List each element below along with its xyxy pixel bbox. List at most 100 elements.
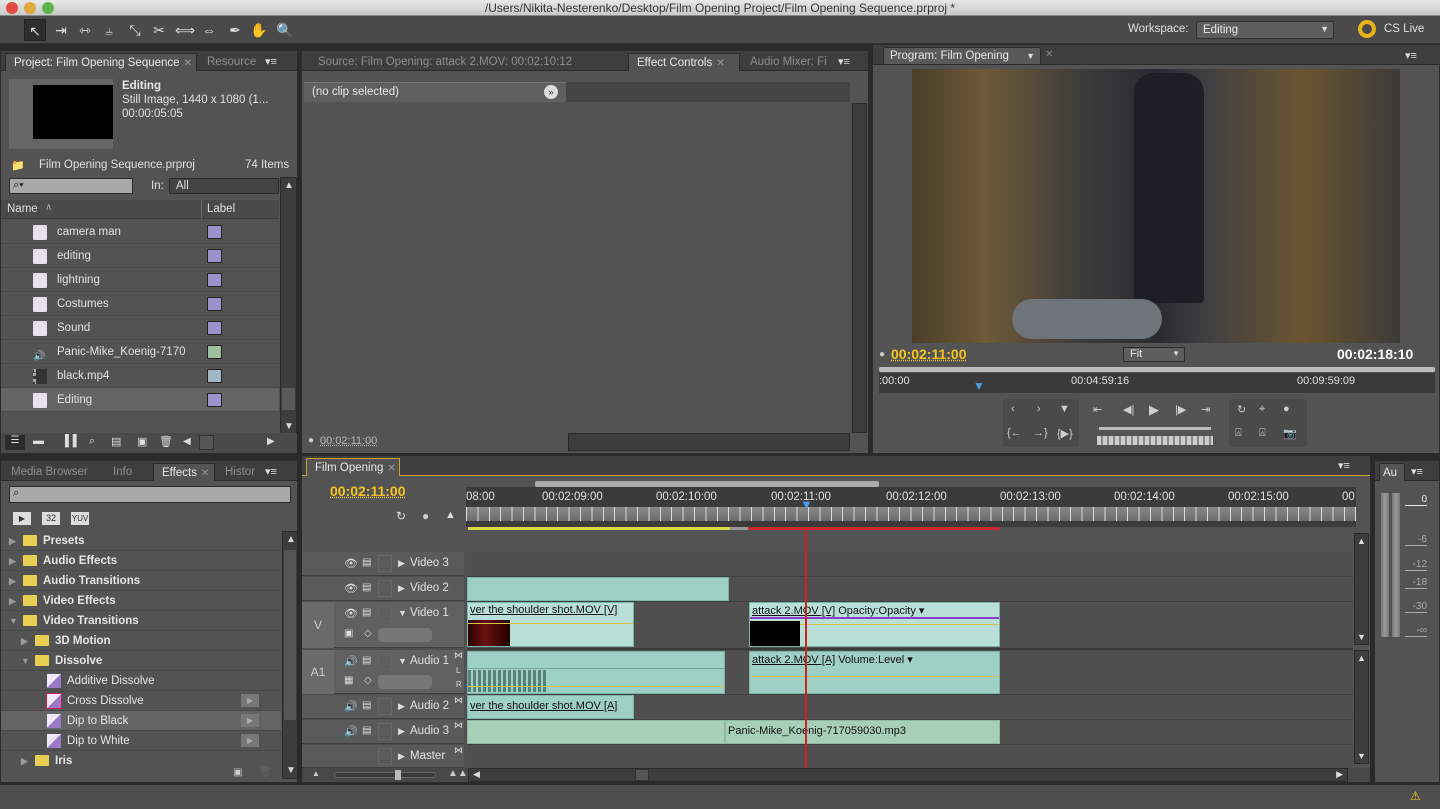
- snap-icon[interactable]: ↻: [396, 509, 406, 523]
- toggle-track-output-icon[interactable]: 👁: [344, 607, 358, 620]
- toggle-track-lock[interactable]: [378, 555, 392, 572]
- toggle-track-output-icon[interactable]: 🔊: [344, 700, 358, 713]
- expand-icon[interactable]: ▶: [9, 551, 16, 571]
- play-in-to-out-icon[interactable]: {▶}: [1057, 427, 1073, 440]
- go-to-previous-edit-icon[interactable]: ⇤: [1093, 403, 1102, 416]
- panel-menu-icon[interactable]: ▾≡: [265, 465, 277, 478]
- toggle-track-lock[interactable]: [378, 698, 392, 715]
- shuttle-slider[interactable]: [1099, 427, 1211, 430]
- new-custom-bin-icon[interactable]: ▣: [233, 767, 242, 778]
- toggle-track-lock[interactable]: [378, 653, 392, 670]
- new-item-icon[interactable]: ▣: [137, 435, 147, 448]
- effect-item[interactable]: ▶ Cross Dissolve: [1, 691, 281, 711]
- project-item[interactable]: 🔊 Panic-Mike_Koenig-7170: [1, 340, 279, 364]
- collapse-icon[interactable]: ▼: [9, 611, 18, 631]
- clip-over-shoulder-audio-1[interactable]: [467, 651, 725, 694]
- column-name[interactable]: Name: [7, 203, 38, 215]
- project-item[interactable]: Costumes: [1, 292, 279, 316]
- horizontal-scroll-thumb[interactable]: [199, 435, 214, 450]
- zoom-in-icon[interactable]: ▲▲: [448, 768, 468, 779]
- track-resize-icon[interactable]: ⋈: [454, 650, 463, 661]
- effect-controls-scrollbar[interactable]: [852, 103, 867, 433]
- audio-tracks-scrollbar[interactable]: ▲ ▼: [1354, 650, 1369, 764]
- rolling-edit-tool-icon[interactable]: ⫨: [98, 19, 120, 41]
- source-track-target-v[interactable]: V: [302, 602, 334, 648]
- panel-menu-icon[interactable]: ▾≡: [1405, 49, 1417, 62]
- timeline-hscroll[interactable]: ◀ ▶: [468, 768, 1348, 782]
- tab-media-browser[interactable]: Media Browser: [3, 463, 103, 481]
- collapse-track-icon[interactable]: ▼: [398, 656, 407, 666]
- effect-item[interactable]: Additive Dissolve: [1, 671, 281, 691]
- pen-tool-icon[interactable]: ✒: [224, 19, 246, 41]
- expand-track-icon[interactable]: ▶: [398, 583, 405, 594]
- project-item[interactable]: black.mp4: [1, 364, 279, 388]
- razor-tool-icon[interactable]: ✂: [148, 19, 170, 41]
- panel-menu-icon[interactable]: ▾≡: [1411, 465, 1423, 478]
- lift-icon[interactable]: ⍓: [1235, 427, 1242, 440]
- project-search-input[interactable]: ⌕▾: [9, 178, 133, 194]
- set-marker-icon[interactable]: ▼: [1059, 403, 1070, 415]
- panel-menu-icon[interactable]: ▾≡: [1338, 459, 1350, 472]
- timeline-current-timecode[interactable]: 00:02:11:00: [330, 483, 406, 499]
- program-viewing-area-bar[interactable]: [879, 367, 1435, 372]
- effects-scrollbar[interactable]: ▲ ▼: [282, 531, 298, 779]
- effects-search-input[interactable]: ⌕: [9, 486, 291, 503]
- go-to-in-icon[interactable]: {←: [1007, 427, 1022, 439]
- collapse-icon[interactable]: ▼: [21, 651, 30, 671]
- zoom-slider-handle[interactable]: [395, 770, 401, 780]
- jog-dial[interactable]: [1097, 436, 1213, 445]
- effect-folder[interactable]: ▼ Dissolve: [1, 651, 281, 671]
- effect-folder[interactable]: ▶ Audio Transitions: [1, 571, 281, 591]
- clip-panic-mike-koenig[interactable]: Panic-Mike_Koenig-717059030.mp3: [725, 720, 1000, 744]
- source-track-target-a1[interactable]: A1: [302, 650, 334, 694]
- list-view-icon[interactable]: ☰: [5, 435, 25, 450]
- toggle-track-output-icon[interactable]: 🔊: [344, 725, 358, 738]
- program-time-ruler[interactable]: :00:00 00:04:59:16 00:09:59:09 ▼: [879, 373, 1435, 393]
- effect-controls-timecode[interactable]: 00:02:11:00: [320, 435, 377, 447]
- expand-track-icon[interactable]: ▶: [398, 726, 405, 737]
- expand-track-icon[interactable]: ▶: [398, 751, 405, 762]
- track-resize-icon[interactable]: ⋈: [454, 720, 463, 731]
- effect-item[interactable]: ▶ Dip to White: [1, 731, 281, 751]
- project-item[interactable]: Editing: [1, 388, 279, 412]
- playhead-icon[interactable]: ▼: [800, 497, 813, 512]
- expand-icon[interactable]: ▶: [21, 631, 28, 651]
- close-icon[interactable]: ✕: [1045, 49, 1053, 60]
- tab-film-opening-sequence[interactable]: Film Opening ✕: [306, 458, 400, 476]
- tab-info[interactable]: Info: [105, 463, 151, 481]
- tab-audio-mixer[interactable]: Audio Mixer: Fi: [742, 53, 836, 71]
- effect-folder[interactable]: ▶ Iris: [1, 751, 281, 767]
- project-item[interactable]: Sound: [1, 316, 279, 340]
- go-to-out-icon[interactable]: →}: [1033, 427, 1048, 439]
- collapse-track-icon[interactable]: ▼: [398, 608, 407, 618]
- effect-controls-hscroll[interactable]: [568, 433, 850, 451]
- clip-over-shoulder-audio-2[interactable]: ver the shoulder shot.MOV [A]: [467, 695, 634, 719]
- tab-resource[interactable]: Resource: [199, 53, 259, 71]
- effect-folder[interactable]: ▶ Presets: [1, 531, 281, 551]
- hand-tool-icon[interactable]: ✋: [248, 19, 270, 41]
- clip-over-shoulder-video[interactable]: ver the shoulder shot.MOV [V]: [467, 602, 634, 647]
- cs-live-icon[interactable]: [1358, 20, 1376, 38]
- in-filter-dropdown[interactable]: All: [169, 178, 279, 194]
- column-label[interactable]: Label: [207, 203, 235, 215]
- step-back-icon[interactable]: ◀|: [1123, 403, 1134, 416]
- rate-stretch-tool-icon[interactable]: ⤡: [124, 19, 146, 41]
- close-window-button[interactable]: [6, 2, 18, 14]
- project-item[interactable]: camera man: [1, 220, 279, 244]
- yuv-filter-icon[interactable]: YUV: [71, 512, 89, 525]
- ripple-edit-tool-icon[interactable]: ⇿: [74, 19, 96, 41]
- expand-icon[interactable]: ▶: [21, 751, 28, 767]
- expand-track-icon[interactable]: ▶: [398, 558, 405, 569]
- extract-icon[interactable]: ⍓: [1259, 427, 1266, 440]
- project-item[interactable]: editing: [1, 244, 279, 268]
- effect-folder[interactable]: ▼ Video Transitions: [1, 611, 281, 631]
- keyframe-nav[interactable]: [378, 628, 432, 642]
- toggle-sync-lock-icon[interactable]: ▤: [362, 655, 371, 666]
- tab-history[interactable]: Histor: [217, 463, 263, 481]
- warning-icon[interactable]: ⚠: [1410, 789, 1421, 803]
- new-bin-icon[interactable]: ▤: [111, 435, 121, 448]
- playhead-icon[interactable]: ▼: [973, 379, 985, 393]
- minimize-window-button[interactable]: [24, 2, 36, 14]
- clip-audio-3-a[interactable]: [467, 720, 725, 744]
- mark-out-icon[interactable]: ›: [1037, 403, 1041, 415]
